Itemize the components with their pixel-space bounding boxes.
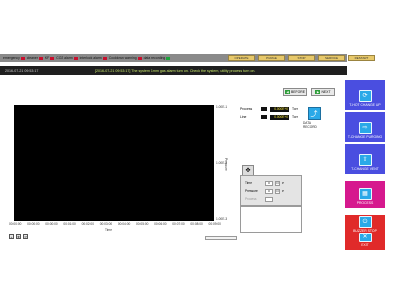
refresh-icon: ⟳: [358, 90, 372, 103]
x-tick-label: 00:02:00: [81, 222, 94, 226]
status-led: [50, 56, 55, 60]
x-tick-label: 00:04:00: [117, 222, 131, 226]
x-tick-label: 00:08:00: [190, 222, 203, 226]
zoom-icon[interactable]: +: [9, 234, 14, 239]
pressure-control-row: Pressure 0 ⊡ P: [245, 188, 285, 194]
move-icon: ✥: [245, 168, 251, 174]
x-tick-label: 00:06:00: [154, 222, 167, 226]
arrow-up-icon: ⇧: [358, 154, 372, 167]
process-pressure-value: 0.000E+0: [270, 106, 289, 112]
arrow-right-icon: ▶: [315, 90, 321, 94]
process-button[interactable]: ▦ PROCESS: [345, 181, 385, 208]
t-change-vent-button[interactable]: ⇧ T-CHANGE VENT: [345, 144, 385, 174]
top-button-operate[interactable]: OPERATE: [228, 55, 255, 61]
series-color-marker: [261, 107, 267, 111]
buzzer-stop-icon: ⏻: [358, 216, 372, 229]
plot-toolbar: + ✥ ↺: [9, 234, 28, 239]
x-tick-label: 00:00:00: [27, 222, 40, 226]
arrow-right-icon: ⇨: [358, 122, 372, 135]
process-scale-value[interactable]: [265, 196, 273, 202]
arrow-left-icon: ◀: [285, 90, 291, 94]
next-button[interactable]: ▶ NEXT: [311, 88, 335, 96]
t-change-purging-button[interactable]: ⇨ T-CHANGE PURGING: [345, 112, 385, 142]
status-cooldown-warning: Cooldown warning: [109, 56, 142, 60]
status-led: [20, 56, 25, 60]
x-tick-label: 00:00:00: [9, 222, 22, 226]
top-button-restart[interactable]: RESTART: [348, 55, 375, 61]
status-led: [73, 56, 78, 60]
status-emergency: emergency: [3, 56, 25, 60]
y-tick-label: 1.00E-1: [216, 105, 228, 109]
status-led: [38, 56, 43, 60]
status-interlock-alarm: interlock alarm: [80, 56, 107, 60]
series-color-marker: [261, 115, 267, 119]
lock-icon[interactable]: ⊡: [275, 180, 280, 186]
status-led: [137, 56, 142, 60]
time-scale-value[interactable]: 0: [265, 180, 273, 186]
t-hot-change-up-button[interactable]: ⟳ T-HOT CHANGE UP: [345, 80, 385, 110]
top-button-stop[interactable]: STOP: [288, 55, 315, 61]
plot-y-label: Pressure: [224, 158, 228, 171]
pressure-plot-area[interactable]: [14, 105, 214, 221]
x-tick-label: 00:01:00: [63, 222, 76, 226]
lock-icon[interactable]: ⊡: [275, 188, 280, 194]
pan-icon[interactable]: ✥: [16, 234, 21, 239]
line-pressure-value: 0.000E+0: [270, 114, 289, 120]
right-action-panel: ⟳ T-HOT CHANGE UP ⇨ T-CHANGE PURGING ⇧ T…: [345, 75, 385, 250]
readout-line: Line 0.000E+0 Torr: [240, 114, 298, 120]
data-record-icon: ⤴: [307, 107, 321, 120]
plot-x-label: Time: [105, 228, 112, 232]
before-button[interactable]: ◀ BEFORE: [283, 88, 307, 96]
plot-x-axis: 00:00:00 00:00:00 00:00:00 00:01:00 00:0…: [9, 222, 221, 228]
alarm-message: [2016-07-21 09:53:17] The system 1mm gas…: [95, 68, 256, 73]
top-button-purge[interactable]: PURGE: [258, 55, 285, 61]
x-tick-label: 00:07:00: [172, 222, 185, 226]
top-button-service[interactable]: SERVICE: [318, 55, 345, 61]
data-record-button[interactable]: ⤴ DATA RECORD: [303, 107, 325, 129]
x-tick-label: 00:05:00: [135, 222, 149, 226]
status-cleaner: cleaner: [27, 56, 43, 60]
plot-horizontal-scrollbar[interactable]: [205, 236, 237, 240]
top-mode-buttons: OPERATE PURGE STOP SERVICE RESTART: [228, 55, 375, 62]
x-tick-label: 00:09:00: [208, 222, 221, 226]
exit-button[interactable]: ✕ EXIT: [345, 233, 385, 250]
status-led: [102, 56, 107, 60]
pressure-scale-value[interactable]: 0: [265, 188, 273, 194]
y-tick-label: 1.00E-3: [216, 217, 228, 221]
process-control-row: Process: [245, 196, 273, 202]
status-data-recording: data recording: [144, 56, 171, 60]
calendar-icon: ▦: [358, 188, 372, 201]
axis-control-panel: Time 0 ⊡ P Pressure 0 ⊡ P Process: [240, 175, 302, 206]
close-icon: ✕: [358, 233, 372, 243]
status-kf: KF: [45, 56, 55, 60]
overview-chart[interactable]: [240, 206, 302, 233]
readout-process: Process 0.000E+0 Torr: [240, 106, 298, 112]
time-control-row: Time 0 ⊡ P: [245, 180, 285, 186]
reset-view-icon[interactable]: ↺: [23, 234, 28, 239]
message-bar: 2016-07-21 09:53:17 [2016-07-21 09:53:17…: [0, 66, 347, 75]
status-co2-alarm: CO2 alarm: [56, 56, 78, 60]
status-led: [166, 56, 171, 60]
x-tick-label: 00:00:00: [45, 222, 58, 226]
current-datetime: 2016-07-21 09:53:17: [5, 68, 39, 73]
